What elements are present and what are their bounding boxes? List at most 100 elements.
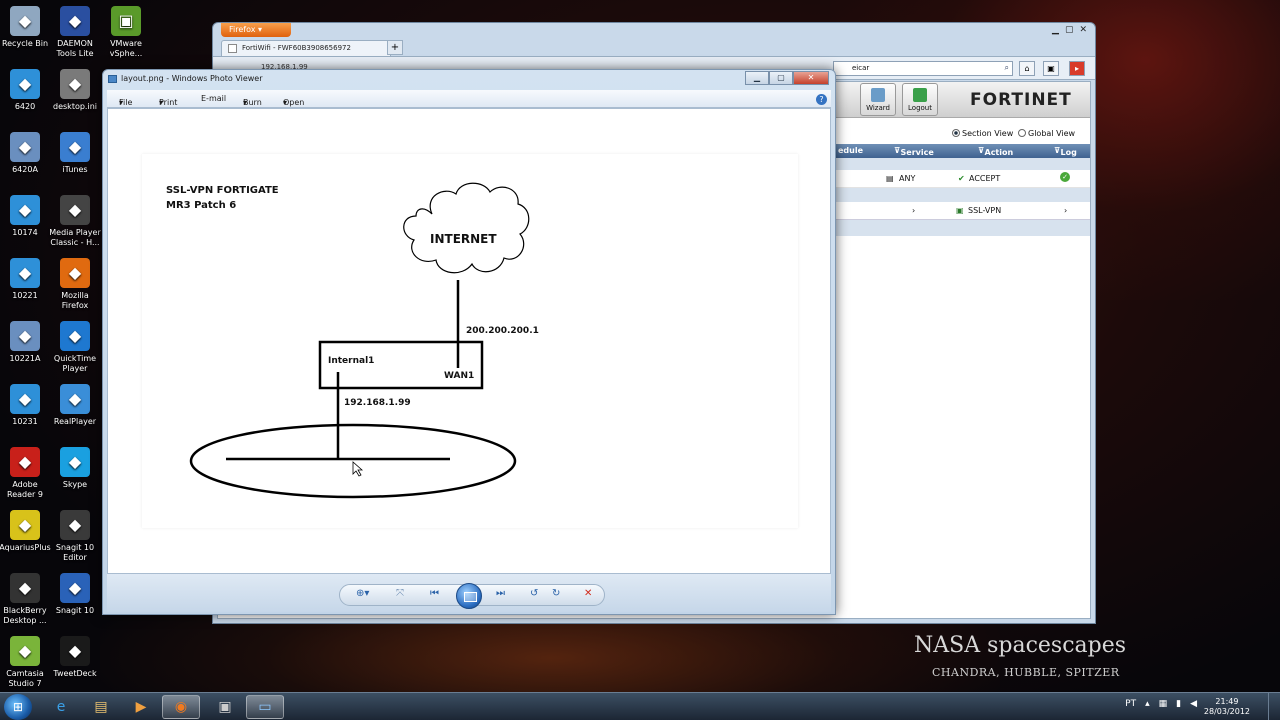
network-icon[interactable]: ▦	[1159, 699, 1168, 709]
section-view-radio[interactable]: Section View	[952, 129, 1013, 138]
maximize-icon[interactable]: ▢	[1065, 25, 1074, 35]
image-canvas: SSL-VPN FORTIGATE MR3 Patch 6 INTERNET 2…	[107, 108, 831, 574]
menu-email[interactable]: E-mail	[201, 94, 226, 103]
desktop-icon-label: 6420	[14, 102, 36, 111]
desktop-icon[interactable]: ◆ 10221	[0, 258, 53, 301]
language-indicator[interactable]: PT	[1125, 699, 1136, 709]
desktop-icon[interactable]: ◆ Recycle Bin	[0, 6, 53, 49]
cloud-label: INTERNET	[430, 232, 497, 246]
rotate-right-icon[interactable]: ↻	[552, 588, 560, 599]
home-icon[interactable]: ⌂	[1019, 61, 1035, 76]
close-button[interactable]: ✕	[793, 71, 829, 85]
chevron-right-icon[interactable]: ›	[912, 206, 915, 215]
delete-icon[interactable]: ✕	[584, 588, 592, 599]
search-value: eicar	[852, 64, 870, 72]
radio-checked-icon	[952, 129, 960, 137]
firefox-menu-button[interactable]: Firefox ▾	[221, 23, 291, 37]
internal-port-label: Internal1	[328, 356, 375, 366]
desktop-icon[interactable]: ◆ Snagit 10	[47, 573, 103, 616]
col-service[interactable]: ⊽ Service	[894, 146, 934, 157]
search-icon[interactable]: ⌕	[1005, 63, 1009, 73]
previous-icon[interactable]: ⏮	[430, 588, 439, 599]
vm-icon: ◆	[10, 195, 40, 225]
desktop-icon[interactable]: ◆ iTunes	[47, 132, 103, 175]
vm-icon: ◆	[10, 69, 40, 99]
global-view-radio[interactable]: Global View	[1018, 129, 1075, 138]
taskbar-ie-icon[interactable]: e	[42, 695, 80, 719]
bookmark-icon[interactable]: ▣	[1043, 61, 1059, 76]
firefox-tab[interactable]: FortiWifi - FWF60B3908656972	[221, 40, 391, 56]
desktop-icon[interactable]: ◆ BlackBerry Desktop ...	[0, 573, 53, 626]
desktop-icon-vmware[interactable]: ▣ VMware vSphe...	[98, 6, 154, 59]
desktop-icon[interactable]: ◆ DAEMON Tools Lite	[47, 6, 103, 59]
wizard-label: Wizard	[866, 104, 890, 112]
row-service: ANY	[899, 174, 916, 183]
desktop-icon[interactable]: ◆ Adobe Reader 9	[0, 447, 53, 500]
radio-unchecked-icon	[1018, 129, 1026, 137]
logout-button[interactable]: Logout	[902, 83, 938, 116]
desktop-icon[interactable]: ◆ 6420A	[0, 132, 53, 175]
desktop-icon[interactable]: ◆ 6420	[0, 69, 53, 112]
help-icon[interactable]: ?	[816, 94, 827, 105]
desktop-icon[interactable]: ◆ Skype	[47, 447, 103, 490]
taskbar-explorer-icon[interactable]: ▤	[82, 695, 120, 719]
show-hidden-icons-icon[interactable]: ▴	[1145, 699, 1150, 709]
photo-viewer-window[interactable]: layout.png - Windows Photo Viewer ▁ ▢ ✕ …	[102, 69, 836, 615]
zoom-icon[interactable]: ⊕▾	[356, 588, 369, 599]
vm-icon: ◆	[10, 384, 40, 414]
desktop-icon[interactable]: ◆ RealPlayer	[47, 384, 103, 427]
minimize-icon[interactable]: ▁	[1052, 25, 1059, 35]
wizard-button[interactable]: Wizard	[860, 83, 896, 116]
show-desktop-button[interactable]	[1268, 693, 1280, 720]
skype-icon: ◆	[60, 447, 90, 477]
firefox-menu-label: Firefox	[229, 25, 256, 34]
col-schedule[interactable]: edule	[838, 146, 863, 155]
new-tab-button[interactable]: +	[387, 40, 403, 55]
minimize-button[interactable]: ▁	[745, 71, 769, 85]
taskbar-media-icon[interactable]: ▶	[122, 695, 160, 719]
viewer-toolbar: ⊕▾ ⤧ ⏮ ⏭ ↺ ↻ ✕	[339, 583, 605, 609]
col-action[interactable]: ⊽ Action	[978, 146, 1013, 157]
slideshow-button[interactable]	[456, 583, 482, 609]
search-input[interactable]: eicar ⌕	[833, 61, 1013, 76]
desktop-icon[interactable]: ◆ desktop.ini	[47, 69, 103, 112]
taskbar-app-icon[interactable]: ▣	[206, 695, 244, 719]
desktop-icon-label: Snagit 10	[55, 606, 95, 615]
desktop-icon[interactable]: ◆ 10221A	[0, 321, 53, 364]
close-icon[interactable]: ✕	[1079, 25, 1087, 35]
desktop-icon-label: 10221	[12, 291, 38, 300]
volume-icon[interactable]: ◀	[1190, 699, 1197, 709]
itunes-icon: ◆	[60, 132, 90, 162]
taskbar-photo-viewer-icon[interactable]: ▭	[246, 695, 284, 719]
desktop-icon[interactable]: ◆ TweetDeck	[47, 636, 103, 679]
desktop-icon[interactable]: ◆ 10231	[0, 384, 53, 427]
desktop-icon-label: 10174	[12, 228, 38, 237]
taskbar-firefox-icon[interactable]: ◉	[162, 695, 200, 719]
desktop-icon[interactable]: ◆ Mozilla Firefox	[47, 258, 103, 311]
desktop-icon[interactable]: ◆ QuickTime Player	[47, 321, 103, 374]
desktop-icon[interactable]: ◆ Media Player Classic - H...	[47, 195, 103, 248]
rotate-left-icon[interactable]: ↺	[530, 588, 538, 599]
accept-icon: ✔	[958, 174, 965, 183]
logout-label: Logout	[908, 104, 932, 112]
diagram-title-line1: SSL-VPN FORTIGATE	[166, 185, 279, 196]
addon-icon[interactable]: ▸	[1069, 61, 1085, 76]
chevron-right-icon[interactable]: ›	[1064, 206, 1067, 215]
desktop-icon-label: TweetDeck	[53, 669, 97, 678]
desktop-icon[interactable]: ◆ AquariusPlus	[0, 510, 53, 553]
desktop-icon-label: VMware vSphe...	[109, 39, 143, 58]
col-log[interactable]: ⊽ Log	[1054, 146, 1077, 157]
row-action: ACCEPT	[969, 174, 1001, 183]
desktop-icon-label: desktop.ini	[53, 102, 97, 111]
desktop-icon[interactable]: ◆ Camtasia Studio 7	[0, 636, 53, 689]
desktop-icon[interactable]: ◆ Snagit 10 Editor	[47, 510, 103, 563]
lan-ip-label: 192.168.1.99	[344, 398, 411, 408]
next-icon[interactable]: ⏭	[496, 588, 505, 599]
actual-size-icon[interactable]: ⤧	[396, 588, 404, 599]
maximize-button[interactable]: ▢	[769, 71, 793, 85]
clock[interactable]: 21:49 28/03/2012	[1204, 697, 1250, 717]
desktop-icon[interactable]: ◆ 10174	[0, 195, 53, 238]
battery-icon[interactable]: ▮	[1176, 699, 1181, 709]
firefox-window-controls: ▁ ▢ ✕	[1052, 25, 1087, 35]
start-button[interactable]: ⊞	[4, 694, 32, 720]
